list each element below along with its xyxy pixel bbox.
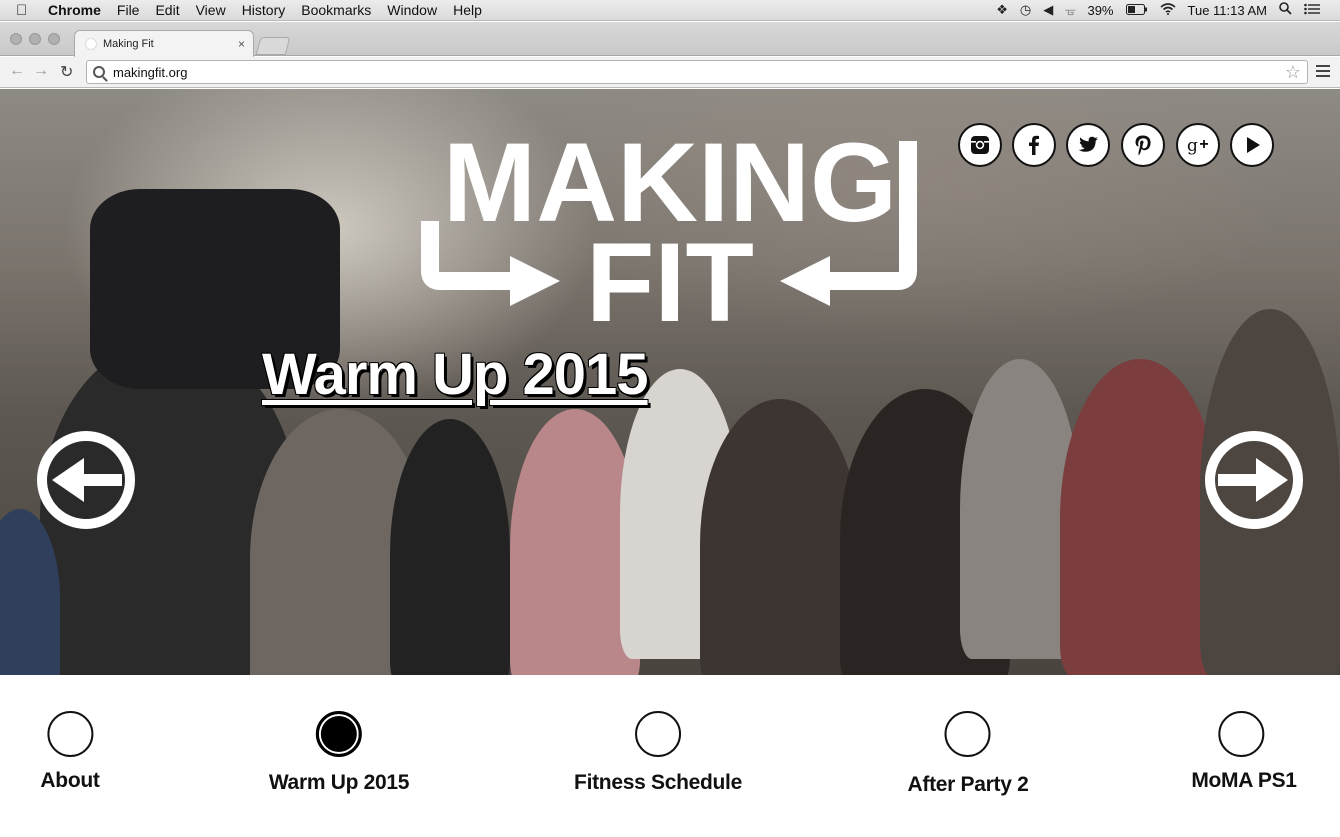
bluetooth-icon[interactable]: ᚗ xyxy=(1065,2,1075,18)
nav-label[interactable]: About xyxy=(40,769,99,793)
volume-icon[interactable]: ◀ xyxy=(1043,2,1053,18)
back-arrow-icon[interactable]: ← xyxy=(9,62,25,80)
bookmark-star-icon[interactable]: ☆ xyxy=(1285,62,1301,83)
menu-bookmarks[interactable]: Bookmarks xyxy=(301,2,371,18)
svg-text:g: g xyxy=(1187,136,1198,156)
nav-item-warm-up-2015[interactable]: Warm Up 2015 xyxy=(269,711,409,795)
photo-crowd-shape xyxy=(1060,359,1220,675)
next-slide-arrow-icon[interactable] xyxy=(1204,430,1304,530)
reload-icon[interactable]: ↻ xyxy=(60,62,73,82)
menu-window[interactable]: Window xyxy=(387,2,437,18)
new-tab-button[interactable] xyxy=(255,37,291,55)
window-controls xyxy=(10,33,60,45)
twitter-icon[interactable] xyxy=(1066,123,1110,167)
nav-dot-active[interactable] xyxy=(315,711,362,757)
menu-view[interactable]: View xyxy=(196,2,226,18)
status-area: ❖ ◷ ◀ ᚗ 39% Tue 11:13 AM xyxy=(996,2,1340,18)
photo-crowd-shape xyxy=(390,419,510,675)
nav-label[interactable]: Warm Up 2015 xyxy=(269,771,410,795)
nav-dot[interactable] xyxy=(47,711,93,757)
photo-crowd-shape xyxy=(700,399,860,675)
url-text[interactable]: makingfit.org xyxy=(113,65,187,80)
favicon-icon xyxy=(85,38,97,50)
menu-edit[interactable]: Edit xyxy=(155,2,179,18)
slide-navigation: About Warm Up 2015 Fitness Schedule Afte… xyxy=(0,675,1340,837)
zoom-window-button[interactable] xyxy=(48,33,60,45)
menu-file[interactable]: File xyxy=(117,2,140,18)
nav-dot[interactable] xyxy=(1217,711,1264,757)
nav-label[interactable]: MoMA PS1 xyxy=(1191,769,1297,793)
pinterest-icon[interactable] xyxy=(1121,123,1165,167)
search-icon xyxy=(93,66,105,78)
chrome-menu-icon[interactable] xyxy=(1316,65,1330,80)
macos-menubar:  Chrome File Edit View History Bookmark… xyxy=(0,0,1340,21)
notification-center-icon[interactable] xyxy=(1304,3,1320,18)
tab-title: Making Fit xyxy=(103,38,154,50)
tab-close-icon[interactable]: × xyxy=(238,37,245,51)
menu-help[interactable]: Help xyxy=(453,2,482,18)
nav-label[interactable]: After Party 2 xyxy=(908,773,1029,797)
battery-icon[interactable] xyxy=(1125,3,1148,18)
clock[interactable]: Tue 11:13 AM xyxy=(1188,3,1268,18)
menu-app-chrome[interactable]: Chrome xyxy=(48,2,101,18)
dropbox-icon[interactable]: ❖ xyxy=(996,2,1008,18)
nav-dot[interactable] xyxy=(634,711,681,757)
browser-tabstrip: Making Fit × xyxy=(0,22,1340,57)
youtube-play-icon[interactable] xyxy=(1230,123,1274,167)
nav-item-after-party-2[interactable]: After Party 2 xyxy=(908,711,1029,797)
facebook-icon[interactable] xyxy=(1012,123,1056,167)
hero-title-link[interactable]: Warm Up 2015 xyxy=(262,341,649,408)
google-plus-icon[interactable]: g xyxy=(1176,123,1220,167)
time-machine-icon[interactable]: ◷ xyxy=(1020,2,1031,18)
nav-item-about[interactable]: About xyxy=(40,711,100,793)
nav-dot[interactable] xyxy=(944,711,991,757)
close-window-button[interactable] xyxy=(10,33,22,45)
hero-banner: MAKING FIT Warm Up 2015 g xyxy=(0,89,1340,675)
minimize-window-button[interactable] xyxy=(29,33,41,45)
logo-text-fit: FIT xyxy=(586,220,754,331)
address-bar[interactable]: makingfit.org ☆ xyxy=(86,60,1308,84)
making-fit-logo[interactable]: MAKING FIT xyxy=(420,121,920,331)
browser-toolbar: ← → ↻ makingfit.org ☆ xyxy=(0,57,1340,88)
battery-percent: 39% xyxy=(1087,2,1114,18)
menu-history[interactable]: History xyxy=(242,2,286,18)
nav-item-fitness-schedule[interactable]: Fitness Schedule xyxy=(574,711,742,795)
apple-menu-icon[interactable]:  xyxy=(16,2,36,19)
browser-tab-active[interactable]: Making Fit × xyxy=(74,30,254,57)
wifi-icon[interactable] xyxy=(1159,2,1176,18)
spotlight-search-icon[interactable] xyxy=(1279,2,1292,18)
nav-label[interactable]: Fitness Schedule xyxy=(574,771,742,795)
nav-item-moma-ps1[interactable]: MoMA PS1 xyxy=(1191,711,1297,793)
instagram-icon[interactable] xyxy=(958,123,1002,167)
previous-slide-arrow-icon[interactable] xyxy=(36,430,136,530)
forward-arrow-icon[interactable]: → xyxy=(33,62,49,80)
